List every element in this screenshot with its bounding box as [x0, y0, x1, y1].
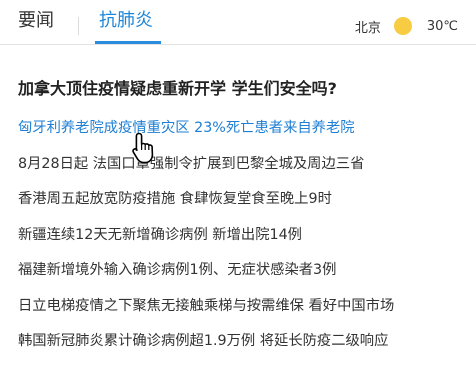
news-item[interactable]: 福建新增境外输入确诊病例1例、无症状感染者3例 — [18, 259, 394, 295]
news-item[interactable]: 匈牙利养老院成疫情重灾区 23%死亡患者来自养老院 — [18, 117, 394, 153]
news-item[interactable]: 8月28日起 法国口罩强制令扩展到巴黎全城及周边三省 — [18, 153, 394, 189]
weather-temperature: 30℃ — [426, 18, 458, 34]
weather-widget: 北京 30℃ — [355, 16, 458, 36]
tab-divider — [78, 17, 79, 35]
sun-icon — [393, 17, 412, 35]
tab-covid[interactable]: 抗肺炎 — [99, 10, 153, 32]
active-tab-indicator — [95, 41, 161, 44]
tab-news[interactable]: 要闻 — [18, 10, 54, 32]
news-item[interactable]: 新疆连续12天无新增确诊病例 新增出院14例 — [18, 224, 394, 260]
news-item[interactable]: 香港周五起放宽防疫措施 食肆恢复堂食至晚上9时 — [18, 188, 394, 224]
tab-bar: 要闻 抗肺炎 北京 30℃ — [0, 0, 476, 45]
headline-link[interactable]: 加拿大顶住疫情疑虑重新开学 学生们安全吗? — [18, 75, 337, 99]
weather-city: 北京 — [354, 20, 381, 36]
news-item[interactable]: 日立电梯疫情之下聚焦无接触乘梯与按需维保 看好中国市场 — [18, 295, 394, 331]
news-list: 匈牙利养老院成疫情重灾区 23%死亡患者来自养老院 8月28日起 法国口罩强制令… — [18, 117, 394, 366]
news-item[interactable]: 韩国新冠肺炎累计确诊病例超1.9万例 将延长防疫二级响应 — [18, 330, 394, 366]
